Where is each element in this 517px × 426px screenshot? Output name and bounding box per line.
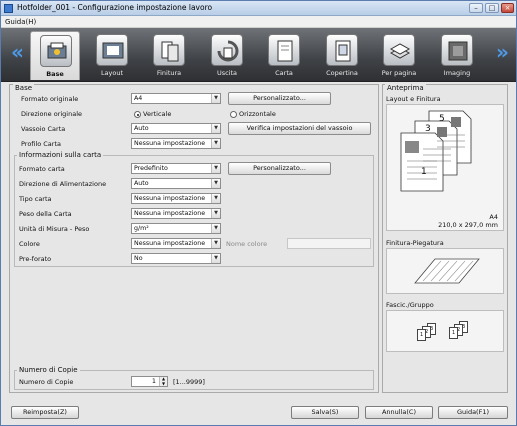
chevron-down-icon: ▼ [211, 209, 220, 218]
group-title: Fascic./Gruppo [386, 301, 434, 309]
folding-preview-box [386, 248, 504, 294]
feed-direction-select[interactable]: Auto ▼ [131, 178, 221, 189]
tray-label: Vassoio Carta [21, 125, 66, 133]
prev-arrow-icon[interactable]: « [11, 40, 24, 64]
layout-icon [96, 34, 128, 66]
folding-title: Finitura-Piegatura [386, 239, 444, 247]
cover-icon [326, 34, 358, 66]
page-stack-icon [400, 110, 472, 192]
maximize-button[interactable]: □ [485, 3, 499, 13]
radio-horizontal-label: Orizzontale [239, 110, 276, 118]
base-group-title: Base [13, 84, 35, 92]
preview-title: Anteprima [385, 84, 426, 92]
chevron-down-icon: ▼ [211, 139, 220, 148]
imaging-icon [441, 34, 473, 66]
minimize-button[interactable]: – [469, 3, 483, 13]
paper-weight-label: Peso della Carta [19, 210, 72, 218]
weight-unit-select[interactable]: g/m² ▼ [131, 223, 221, 234]
verify-tray-button[interactable]: Verifica impostazioni del vassoio [228, 122, 371, 135]
tray-select[interactable]: Auto ▼ [131, 123, 221, 134]
original-format-label: Formato originale [21, 95, 79, 103]
tab-per-page[interactable]: Per pagina [374, 31, 424, 80]
help-button[interactable]: Guida(F1) [438, 406, 508, 419]
copies-range: [1...9999] [173, 378, 205, 386]
fold-sheet-icon [414, 258, 480, 284]
chevron-down-icon: ▼ [211, 224, 220, 233]
cancel-button[interactable]: Annulla(C) [365, 406, 433, 419]
paper-size-label: A4 [489, 213, 498, 221]
paper-format-select[interactable]: Predefinito ▼ [131, 163, 221, 174]
tab-imaging[interactable]: Imaging [432, 31, 482, 80]
layout-preview-box: 5 3 1 A4 210,0 x 297,0 mm [386, 104, 504, 231]
title-bar: Hotfolder_001 - Configurazione impostazi… [1, 1, 516, 16]
set-b-page-1: 1 [452, 330, 456, 336]
profile-select[interactable]: Nessuna impostazione ▼ [131, 138, 221, 149]
menu-help[interactable]: Guida(H) [5, 18, 36, 26]
feed-direction-label: Direzione di Alimentazione [19, 180, 107, 188]
color-name-field[interactable] [287, 238, 371, 249]
weight-unit-label: Unità di Misura - Peso [19, 225, 90, 233]
paper-format-label: Formato carta [19, 165, 65, 173]
color-label: Colore [19, 240, 40, 248]
next-arrow-icon[interactable]: » [496, 40, 509, 64]
page-number-1: 1 [421, 167, 427, 177]
copies-stepper[interactable]: 1 ▲ ▼ [131, 376, 168, 387]
copies-label: Numero di Copie [19, 378, 74, 386]
paper-type-label: Tipo carta [19, 195, 52, 203]
profile-label: Profilo Carta [21, 140, 61, 148]
paper-icon [268, 34, 300, 66]
prepunched-label: Pre-forato [19, 255, 52, 263]
stepper-arrows-icon[interactable]: ▲ ▼ [159, 376, 167, 386]
app-icon [4, 4, 13, 13]
direction-label: Direzione originale [21, 110, 83, 118]
paper-weight-select[interactable]: Nessuna impostazione ▼ [131, 208, 221, 219]
page-number-3: 3 [425, 124, 431, 134]
page-number-5: 5 [439, 114, 445, 124]
function-toolbar: « » Base Layout Finitura Uscita Carta Co… [1, 28, 516, 82]
chevron-down-icon: ▼ [211, 124, 220, 133]
chevron-down-icon: ▼ [211, 179, 220, 188]
per-page-icon [383, 34, 415, 66]
set-a-page-1: 1 [420, 332, 424, 338]
window-title: Hotfolder_001 - Configurazione impostazi… [17, 3, 213, 12]
group-preview-box: 3 2 1 3 2 1 [386, 310, 504, 352]
paper-format-custom-button[interactable]: Personalizzato... [228, 162, 331, 175]
chevron-down-icon: ▼ [211, 164, 220, 173]
base-icon [40, 35, 72, 67]
tab-paper[interactable]: Carta [259, 31, 309, 80]
original-format-custom-button[interactable]: Personalizzato... [228, 92, 331, 105]
chevron-down-icon: ▼ [211, 254, 220, 263]
finishing-icon [153, 34, 185, 66]
layout-finishing-title: Layout e Finitura [386, 95, 441, 103]
tab-cover[interactable]: Copertina [317, 31, 367, 80]
save-button[interactable]: Salva(S) [291, 406, 359, 419]
menu-bar: Guida(H) [1, 16, 516, 28]
radio-vertical[interactable] [134, 111, 141, 118]
original-format-select[interactable]: A4 ▼ [131, 93, 221, 104]
copies-group-title: Numero di Copie [17, 366, 80, 374]
paper-dims-label: 210,0 x 297,0 mm [438, 221, 498, 229]
chevron-down-icon: ▼ [211, 94, 220, 103]
close-button[interactable]: × [501, 3, 514, 13]
color-name-label: Nome colore [226, 240, 268, 248]
tab-finishing[interactable]: Finitura [144, 31, 194, 80]
radio-vertical-label: Verticale [143, 110, 172, 118]
tab-output[interactable]: Uscita [202, 31, 252, 80]
prepunched-select[interactable]: No ▼ [131, 253, 221, 264]
tab-base[interactable]: Base [30, 31, 80, 80]
app-window: Hotfolder_001 - Configurazione impostazi… [0, 0, 517, 426]
reset-button[interactable]: Reimposta(Z) [11, 406, 79, 419]
output-icon [211, 34, 243, 66]
chevron-down-icon: ▼ [211, 239, 220, 248]
radio-horizontal[interactable] [230, 111, 237, 118]
paper-info-title: Informazioni sulla carta [17, 151, 104, 159]
settings-panel: Base Formato originale A4 ▼ Personalizzat… [9, 84, 379, 393]
color-select[interactable]: Nessuna impostazione ▼ [131, 238, 221, 249]
tab-layout[interactable]: Layout [87, 31, 137, 80]
chevron-down-icon: ▼ [211, 194, 220, 203]
paper-type-select[interactable]: Nessuna impostazione ▼ [131, 193, 221, 204]
preview-panel: Anteprima Layout e Finitura 5 3 1 A4 210… [382, 84, 508, 393]
